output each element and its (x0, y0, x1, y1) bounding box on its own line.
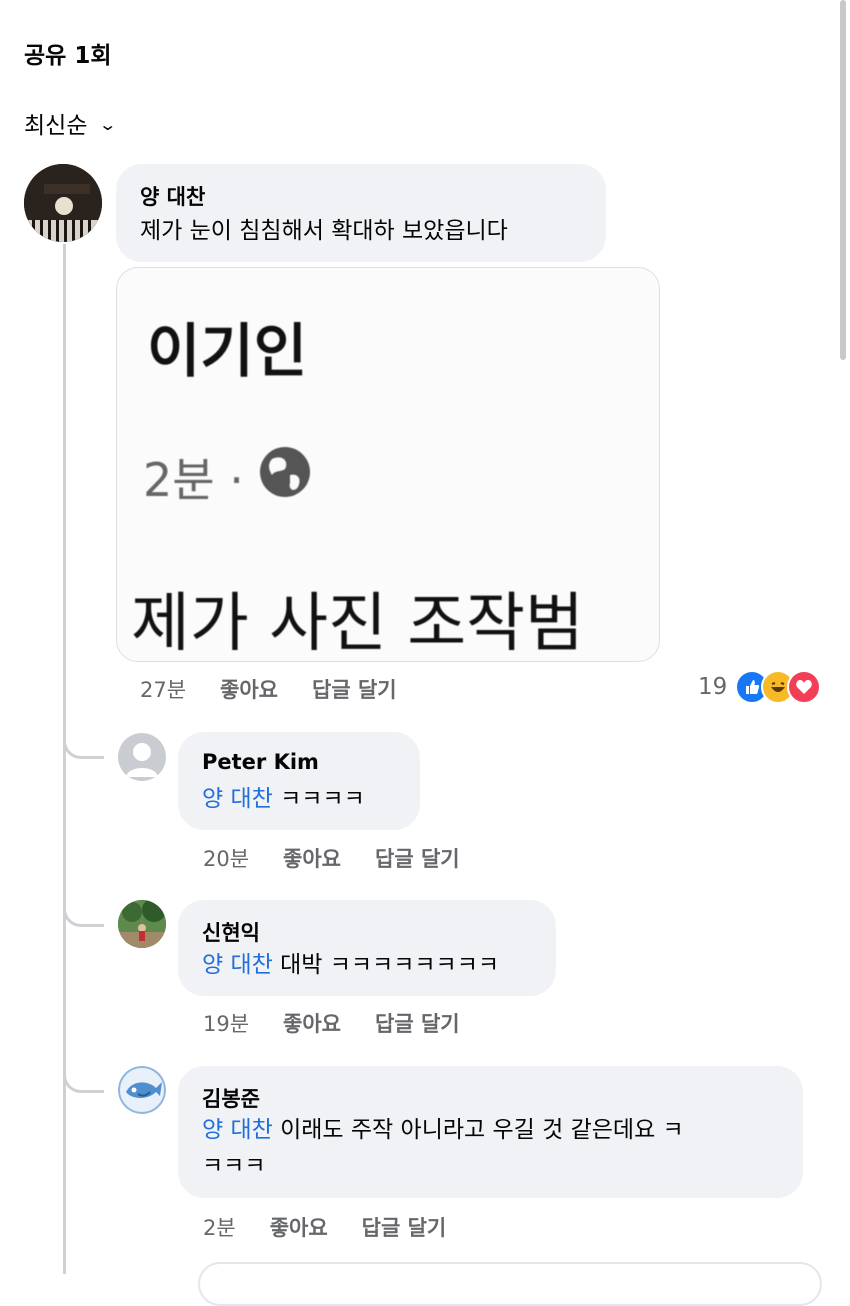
mention-link[interactable]: 양 대찬 (202, 786, 273, 812)
avatar[interactable] (118, 1066, 166, 1114)
reply-button[interactable]: 답글 달기 (375, 1008, 460, 1038)
avatar[interactable] (118, 733, 166, 781)
reaction-summary[interactable]: 19 (698, 670, 822, 704)
reply-button[interactable]: 답글 달기 (375, 843, 460, 873)
love-icon (787, 670, 822, 704)
reaction-count: 19 (698, 674, 728, 700)
reply-actions: 20분 좋아요 답글 달기 (203, 843, 460, 873)
comment-actions: 27분 좋아요 답글 달기 (140, 674, 397, 704)
reply-button[interactable]: 답글 달기 (312, 674, 397, 704)
reply-actions: 2분 좋아요 답글 달기 (203, 1212, 446, 1242)
thread-connector (63, 724, 104, 759)
thread-line (63, 244, 66, 1274)
reply-text-body: 이래도 주작 아니라고 우길 것 같은데요 ㅋ (272, 1117, 684, 1143)
reply-text-body: 대박 ㅋㅋㅋㅋㅋㅋㅋㅋ (272, 952, 500, 978)
thread-connector (63, 1058, 104, 1093)
avatar[interactable] (118, 900, 166, 948)
mention-link[interactable]: 양 대찬 (202, 1117, 273, 1143)
reply-bubble: Peter Kim 양 대찬 ㅋㅋㅋㅋ (178, 732, 420, 830)
like-button[interactable]: 좋아요 (283, 843, 341, 873)
chevron-down-icon: ⌄ (98, 114, 118, 134)
comment-bubble: 양 대찬 제가 눈이 침침해서 확대하 보았읍니다 (116, 164, 606, 262)
reply-actions: 19분 좋아요 답글 달기 (203, 1008, 460, 1038)
reply-input[interactable] (198, 1262, 822, 1306)
photo-timestamp: 2분 · (143, 444, 312, 510)
reply-author[interactable]: 김봉준 (202, 1083, 260, 1113)
reaction-icons (735, 670, 822, 704)
photo-post-text: 제가 사진 조작범 (131, 587, 584, 661)
reply-text: 양 대찬 이래도 주작 아니라고 우길 것 같은데요 ㅋ (202, 1113, 684, 1147)
reply-time[interactable]: 19분 (203, 1008, 249, 1038)
photo-time-text: 2분 · (143, 453, 244, 507)
reply-text: 양 대찬 ㅋㅋㅋㅋ (202, 782, 365, 816)
reply-bubble: 김봉준 양 대찬 이래도 주작 아니라고 우길 것 같은데요 ㅋ ㅋㅋㅋ (178, 1066, 803, 1198)
like-button[interactable]: 좋아요 (270, 1212, 328, 1242)
reply-button[interactable]: 답글 달기 (362, 1212, 447, 1242)
like-button[interactable]: 좋아요 (220, 674, 278, 704)
scrollbar[interactable] (840, 0, 846, 360)
reply-author[interactable]: Peter Kim (202, 750, 319, 774)
sort-label: 최신순 (24, 113, 88, 139)
sort-dropdown[interactable]: 최신순 ⌄ (24, 106, 118, 140)
comment-text: 제가 눈이 침침해서 확대하 보았읍니다 (140, 218, 508, 244)
photo-author-name: 이기인 (147, 317, 308, 385)
like-button[interactable]: 좋아요 (283, 1008, 341, 1038)
comment-photo[interactable]: 이기인 2분 · 제가 사진 조작범 (116, 267, 660, 662)
reply-time[interactable]: 20분 (203, 843, 249, 873)
reply-text-body: ㅋㅋㅋㅋ (272, 786, 365, 812)
reply-author[interactable]: 신현익 (202, 917, 260, 947)
globe-icon (258, 445, 312, 510)
reply-text: 양 대찬 대박 ㅋㅋㅋㅋㅋㅋㅋㅋ (202, 948, 499, 982)
reply-text-line2: ㅋㅋㅋ (202, 1153, 266, 1179)
comment-time[interactable]: 27분 (140, 674, 186, 704)
share-count[interactable]: 공유 1회 (24, 36, 112, 70)
thread-connector (63, 892, 104, 927)
reply-time[interactable]: 2분 (203, 1212, 236, 1242)
avatar[interactable] (24, 164, 102, 242)
mention-link[interactable]: 양 대찬 (202, 952, 273, 978)
reply-bubble: 신현익 양 대찬 대박 ㅋㅋㅋㅋㅋㅋㅋㅋ (178, 900, 556, 996)
comment-author[interactable]: 양 대찬 (140, 181, 205, 211)
